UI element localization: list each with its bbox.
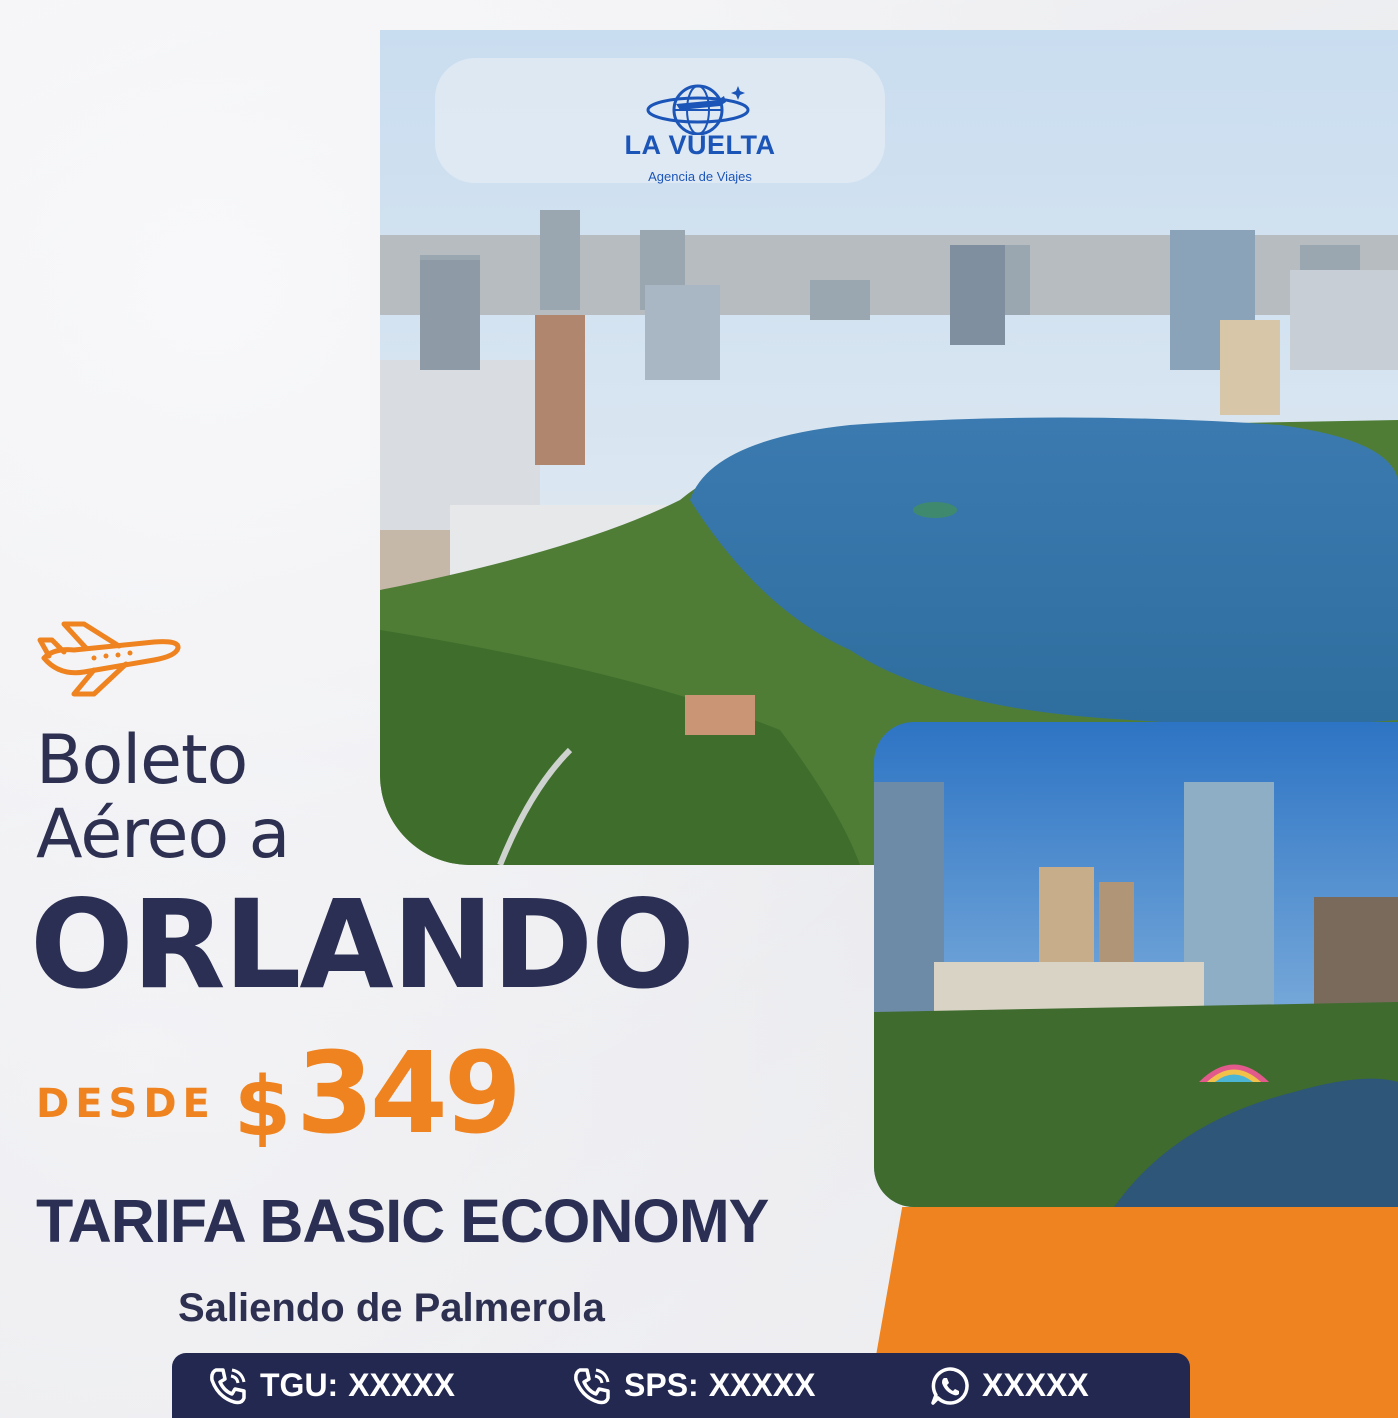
headline-line2: Aéreo a xyxy=(36,795,290,874)
departure-airport: Saliendo de Palmerola xyxy=(178,1286,605,1330)
destination-city: ORLANDO xyxy=(30,874,695,1016)
contact-label: SPS: xyxy=(624,1367,699,1403)
brand-tagline: Agencia de Viajes xyxy=(648,169,752,184)
orlando-downtown-photo xyxy=(874,722,1398,1207)
contact-whatsapp[interactable]: XXXXX xyxy=(928,1353,1089,1418)
whatsapp-icon xyxy=(928,1364,972,1408)
contact-value: XXXXX xyxy=(348,1367,455,1403)
airplane-icon xyxy=(37,621,181,697)
phone-icon xyxy=(206,1364,250,1408)
price-amount: 349 xyxy=(296,1029,522,1159)
price-currency: $ xyxy=(234,1060,292,1155)
contact-label: TGU: xyxy=(260,1367,339,1403)
contact-tgu[interactable]: TGU: XXXXX xyxy=(206,1353,455,1418)
phone-icon xyxy=(570,1364,614,1408)
headline-line1: Boleto xyxy=(36,721,248,800)
contact-value: XXXXX xyxy=(982,1367,1089,1403)
fare-type: TARIFA BASIC ECONOMY xyxy=(36,1187,769,1255)
globe-plane-icon xyxy=(646,84,750,135)
brand-name: LA VUELTA xyxy=(624,130,776,160)
price-prefix: DESDE xyxy=(36,1081,216,1127)
contact-bar: TGU: XXXXX SPS: XXXXX XXXXX xyxy=(172,1353,1190,1418)
contact-value: XXXXX xyxy=(708,1367,816,1403)
contact-sps[interactable]: SPS: XXXXX xyxy=(570,1353,815,1418)
